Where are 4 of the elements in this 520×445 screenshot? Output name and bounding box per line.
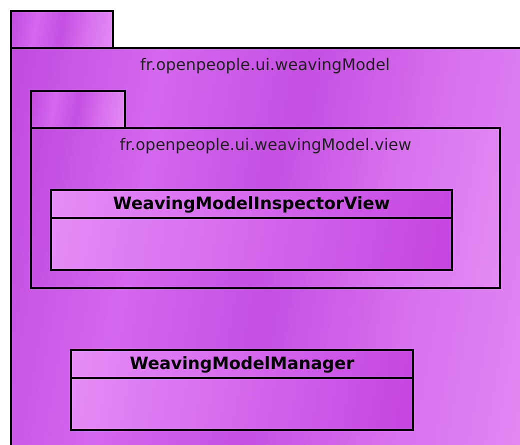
package-name: fr.openpeople.ui.weavingModel.view xyxy=(120,135,412,154)
package-name: fr.openpeople.ui.weavingModel xyxy=(140,55,390,74)
class-name: WeavingModelInspectorView xyxy=(52,191,451,219)
class-name: WeavingModelManager xyxy=(72,351,412,379)
